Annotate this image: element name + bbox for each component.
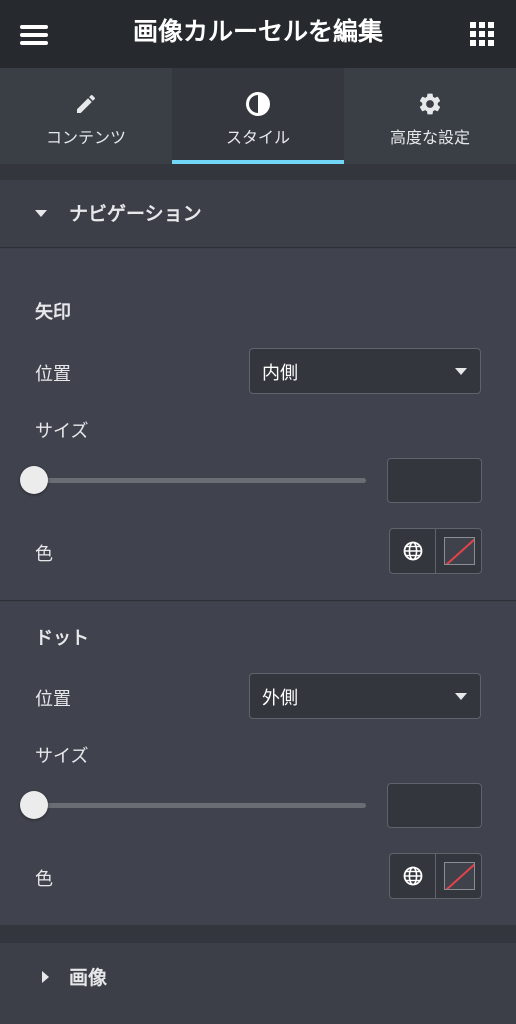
section-navigation-title: ナビゲーション [69, 203, 202, 225]
arrows-position-select[interactable]: 内側 [249, 348, 481, 394]
dots-settings-panel: ドット 位置 外側 サイズ 色 [0, 602, 516, 925]
arrows-size-slider-handle[interactable] [20, 466, 48, 494]
dots-size-slider-handle[interactable] [20, 791, 48, 819]
global-colors-button[interactable] [390, 854, 436, 898]
color-swatch-button[interactable] [444, 862, 475, 890]
editor-header: 画像カルーセルを編集 [0, 0, 516, 68]
caret-down-icon [35, 210, 47, 217]
arrows-color-control [389, 528, 482, 574]
grid-apps-icon[interactable] [470, 22, 494, 46]
panel-tabs: コンテンツ スタイル 高度な設定 [0, 68, 516, 164]
dots-position-label: 位置 [35, 689, 71, 710]
arrows-size-slider[interactable] [34, 478, 366, 483]
tab-content[interactable]: コンテンツ [0, 68, 172, 164]
tab-content-label: コンテンツ [45, 128, 126, 147]
arrows-heading: 矢印 [35, 302, 71, 323]
hamburger-menu-icon[interactable] [20, 22, 48, 45]
page-title: 画像カルーセルを編集 [132, 17, 383, 46]
contrast-half-circle-icon [246, 92, 270, 116]
arrows-settings-panel: 矢印 位置 内側 サイズ 色 [0, 249, 516, 601]
chevron-down-icon [455, 693, 467, 700]
no-color-slash-icon [445, 538, 474, 564]
dots-position-value: 外側 [262, 688, 298, 709]
tab-advanced[interactable]: 高度な設定 [344, 68, 516, 164]
dots-size-input[interactable] [387, 783, 482, 828]
dots-heading: ドット [35, 628, 89, 649]
tab-style-label: スタイル [225, 128, 290, 147]
dots-size-label: サイズ [35, 746, 89, 767]
no-color-slash-icon [445, 863, 474, 889]
pencil-icon [77, 94, 96, 113]
dots-color-control [389, 853, 482, 899]
globe-icon [403, 541, 422, 561]
section-image-title: 画像 [69, 967, 108, 989]
arrows-color-label: 色 [35, 544, 53, 565]
chevron-down-icon [455, 368, 467, 375]
dots-color-label: 色 [35, 869, 53, 890]
tab-style[interactable]: スタイル [172, 68, 344, 164]
arrows-position-value: 内側 [262, 363, 298, 384]
gear-icon [419, 93, 441, 115]
section-divider [0, 925, 516, 943]
global-colors-button[interactable] [390, 529, 436, 573]
arrows-size-label: サイズ [35, 421, 89, 442]
section-image-header[interactable]: 画像 [0, 943, 516, 1024]
tab-advanced-label: 高度な設定 [389, 128, 470, 147]
dots-position-select[interactable]: 外側 [249, 673, 481, 719]
section-divider [0, 164, 516, 180]
dots-size-slider[interactable] [34, 803, 366, 808]
arrows-size-input[interactable] [387, 458, 482, 503]
caret-right-icon [42, 971, 49, 983]
globe-icon [403, 866, 422, 886]
section-navigation-header[interactable]: ナビゲーション [0, 180, 516, 248]
arrows-position-label: 位置 [35, 364, 71, 385]
color-swatch-button[interactable] [444, 537, 475, 565]
